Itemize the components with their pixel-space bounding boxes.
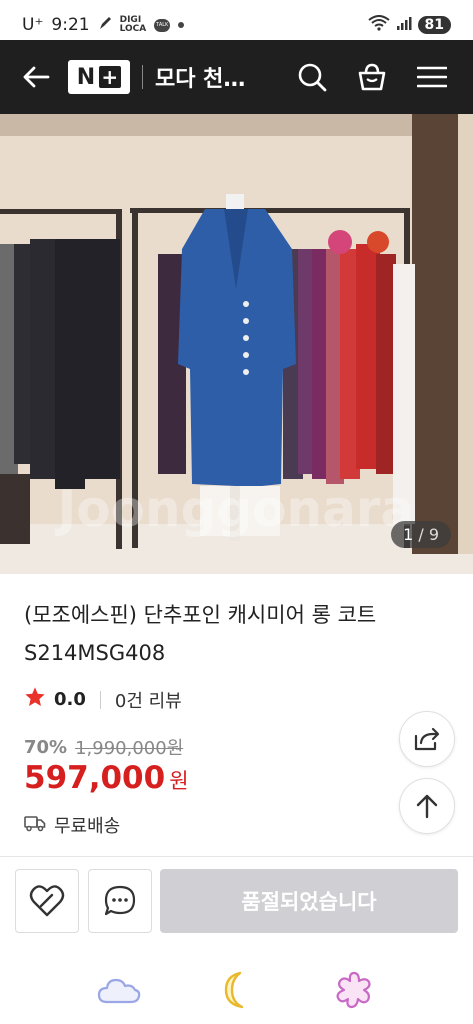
wishlist-button[interactable] bbox=[15, 869, 79, 933]
chat-bubble-icon bbox=[104, 885, 136, 916]
product-image[interactable]: Joonggonara 1 / 9 bbox=[0, 114, 473, 574]
store-title[interactable]: 모다 천… bbox=[155, 61, 275, 93]
scroll-top-button[interactable] bbox=[399, 778, 455, 834]
carrier-label: U⁺ bbox=[22, 15, 44, 35]
wifi-icon bbox=[367, 14, 390, 36]
price-discount-row: 70% 1,990,000원 bbox=[24, 734, 183, 760]
original-price: 1,990,000원 bbox=[75, 738, 184, 759]
moon-icon[interactable] bbox=[213, 967, 259, 1013]
product-title: (모조에스핀) 단추포인 캐시미어 롱 코트 S214MSG408 bbox=[24, 603, 377, 665]
system-nav-bar bbox=[0, 955, 473, 1024]
notification-dot-icon bbox=[178, 22, 185, 28]
image-counter-total: / 9 bbox=[413, 525, 439, 544]
title-divider bbox=[142, 65, 143, 89]
cloud-icon[interactable] bbox=[96, 967, 142, 1013]
bottom-action-bar: 품절되었습니다 bbox=[0, 856, 473, 948]
screen: U⁺ 9:21 DIGI LOCA TALK 81 N + 모다 천… Joon… bbox=[0, 0, 473, 1024]
shopping-bag-icon[interactable] bbox=[355, 60, 389, 94]
logo-letter: N bbox=[76, 64, 97, 90]
arrow-up-icon bbox=[416, 794, 438, 819]
back-arrow-icon[interactable] bbox=[20, 61, 52, 93]
flower-icon[interactable] bbox=[331, 967, 377, 1013]
star-icon bbox=[24, 686, 46, 713]
share-button[interactable] bbox=[399, 711, 455, 767]
soldout-button[interactable]: 품절되었습니다 bbox=[160, 869, 458, 933]
share-icon bbox=[414, 727, 440, 751]
discount-rate: 70% bbox=[24, 736, 68, 758]
kakaotalk-icon: TALK bbox=[154, 18, 171, 32]
rating-divider bbox=[99, 690, 101, 709]
logo-plus: + bbox=[99, 65, 122, 89]
sale-price-unit: 원 bbox=[169, 769, 189, 793]
rating-score: 0.0 bbox=[54, 689, 86, 710]
truck-icon bbox=[24, 814, 46, 837]
review-count[interactable]: 0건 리뷰 bbox=[115, 687, 182, 713]
svg-text:Joonggonara: Joonggonara bbox=[55, 480, 415, 538]
chat-button[interactable] bbox=[88, 869, 152, 933]
image-counter: 1 / 9 bbox=[391, 521, 451, 548]
pen-icon bbox=[98, 15, 112, 36]
signal-icon bbox=[396, 15, 412, 36]
app-bar: N + 모다 천… bbox=[0, 40, 473, 114]
battery-icon: 81 bbox=[417, 16, 451, 34]
search-icon[interactable] bbox=[295, 60, 329, 94]
shipping-info: 무료배송 bbox=[24, 812, 120, 838]
clock: 9:21 bbox=[51, 15, 90, 35]
menu-icon[interactable] bbox=[415, 60, 449, 94]
heart-icon bbox=[29, 885, 65, 917]
shipping-label: 무료배송 bbox=[54, 816, 121, 837]
digiloca-icon: DIGI LOCA bbox=[119, 15, 147, 34]
naver-plus-logo[interactable]: N + bbox=[68, 60, 130, 94]
app-bar-actions bbox=[295, 60, 473, 94]
rating-row[interactable]: 0.0 0건 리뷰 bbox=[24, 686, 182, 713]
status-left: U⁺ 9:21 DIGI LOCA TALK bbox=[22, 15, 185, 36]
sale-price: 597,000 원 bbox=[24, 760, 189, 796]
sale-price-value: 597,000 bbox=[24, 760, 166, 796]
coat-photo: Joonggonara bbox=[0, 114, 473, 574]
image-counter-current: 1 bbox=[403, 525, 414, 544]
status-right: 81 bbox=[367, 14, 451, 36]
